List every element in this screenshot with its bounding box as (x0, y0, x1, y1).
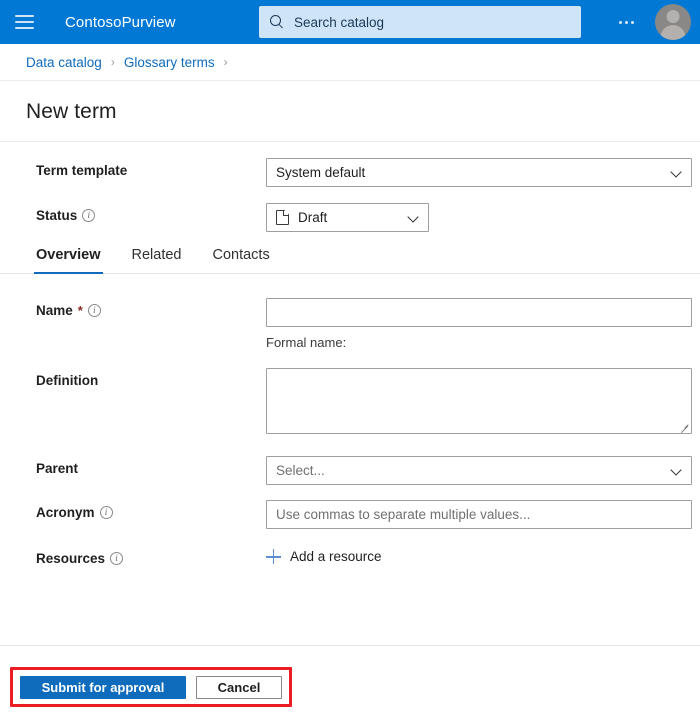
breadcrumb-item-glossary-terms[interactable]: Glossary terms (124, 55, 215, 70)
footer-actions: Submit for approval Cancel (0, 646, 700, 714)
term-template-select[interactable]: System default (266, 158, 692, 187)
acronym-control: Use commas to separate multiple values..… (266, 500, 700, 529)
search-icon (269, 14, 285, 30)
resize-grip-icon[interactable] (680, 422, 689, 431)
name-input[interactable] (266, 298, 692, 327)
term-template-label: Term template (36, 163, 128, 178)
term-template-value: System default (276, 165, 366, 180)
chevron-down-icon (671, 465, 682, 476)
document-icon (276, 210, 289, 225)
hamburger-icon[interactable] (0, 0, 48, 44)
ellipsis-icon[interactable] (610, 0, 642, 44)
name-label: Name (36, 303, 73, 318)
status-value: Draft (298, 210, 328, 225)
definition-label-wrap: Definition (36, 368, 266, 388)
tab-overview-label: Overview (36, 247, 101, 263)
parent-label: Parent (36, 461, 79, 476)
field-row-name: Name * i Formal name: (0, 298, 700, 350)
search-placeholder: Search catalog (294, 14, 385, 30)
field-row-definition: Definition (0, 368, 700, 434)
definition-label: Definition (36, 373, 99, 388)
term-template-label-wrap: Term template (36, 158, 266, 178)
required-asterisk: * (77, 303, 83, 318)
chevron-right-icon: › (223, 55, 228, 69)
info-icon[interactable]: i (82, 209, 96, 222)
chevron-right-icon: › (110, 55, 115, 69)
user-avatar-icon[interactable] (655, 4, 691, 40)
page-title: New term (26, 100, 117, 123)
tabs-section: Overview Related Contacts (0, 247, 700, 274)
name-label-wrap: Name * i (36, 298, 266, 318)
term-template-control: System default (266, 158, 700, 187)
parent-label-wrap: Parent (36, 456, 266, 476)
status-control: Draft (266, 203, 700, 232)
field-row-acronym: Acronym i Use commas to separate multipl… (0, 500, 700, 529)
hamburger-line (14, 15, 34, 17)
submit-for-approval-button[interactable]: Submit for approval (20, 676, 186, 699)
definition-textarea[interactable] (266, 368, 692, 434)
status-label: Status (36, 208, 78, 223)
resources-label: Resources (36, 551, 106, 566)
ellipsis-dot (618, 20, 622, 24)
plus-icon (266, 549, 281, 564)
tab-list: Overview Related Contacts (0, 247, 700, 274)
breadcrumb: Data catalog › Glossary terms › (0, 44, 700, 81)
overview-panel: Name * i Formal name: Definition Parent … (0, 274, 700, 566)
status-label-wrap: Status i (36, 203, 266, 223)
app-header: ContosoPurview Search catalog (0, 0, 700, 44)
field-row-term-template: Term template System default (0, 158, 700, 187)
search-input[interactable]: Search catalog (259, 6, 581, 38)
definition-control (266, 368, 700, 434)
parent-select[interactable]: Select... (266, 456, 692, 485)
ellipsis-dot (624, 20, 628, 24)
status-select[interactable]: Draft (266, 203, 429, 232)
ellipsis-dot (630, 20, 634, 24)
add-resource-label: Add a resource (290, 549, 382, 564)
app-brand-title: ContosoPurview (65, 13, 176, 31)
acronym-input[interactable]: Use commas to separate multiple values..… (266, 500, 692, 529)
acronym-placeholder: Use commas to separate multiple values..… (276, 507, 531, 522)
tab-related-label: Related (131, 247, 182, 263)
resources-label-wrap: Resources i (36, 546, 266, 566)
resources-control: Add a resource (266, 546, 700, 564)
chevron-down-icon (671, 167, 682, 178)
field-row-resources: Resources i Add a resource (0, 546, 700, 566)
hamburger-line (14, 21, 34, 23)
chevron-down-icon (408, 212, 419, 223)
field-row-parent: Parent Select... (0, 456, 700, 485)
avatar-body (660, 25, 686, 40)
formal-name-helper: Formal name: (266, 335, 347, 350)
name-control: Formal name: (266, 298, 700, 350)
new-term-form: Term template System default Status i Dr… (0, 142, 700, 232)
tab-contacts[interactable]: Contacts (210, 247, 271, 274)
cancel-button[interactable]: Cancel (196, 676, 282, 699)
tab-overview[interactable]: Overview (34, 247, 103, 274)
info-icon[interactable]: i (99, 506, 113, 519)
add-resource-button[interactable]: Add a resource (266, 546, 700, 564)
info-icon[interactable]: i (110, 552, 124, 565)
tab-related[interactable]: Related (130, 247, 184, 274)
breadcrumb-item-data-catalog[interactable]: Data catalog (26, 55, 102, 70)
parent-control: Select... (266, 456, 700, 485)
avatar-head (666, 10, 680, 23)
field-row-status: Status i Draft (0, 203, 700, 232)
hamburger-line (14, 27, 34, 29)
acronym-label: Acronym (36, 505, 95, 520)
tab-contacts-label: Contacts (212, 247, 270, 263)
acronym-label-wrap: Acronym i (36, 500, 266, 520)
parent-value: Select... (276, 463, 325, 478)
info-icon[interactable]: i (87, 304, 101, 317)
